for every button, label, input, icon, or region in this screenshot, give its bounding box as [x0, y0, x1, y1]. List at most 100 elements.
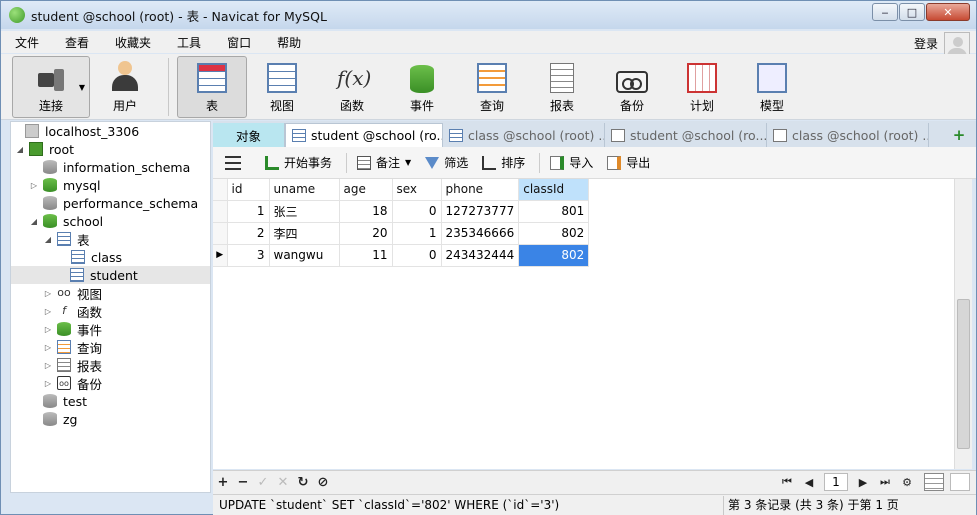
cell-sex[interactable]: 0 — [392, 200, 442, 223]
tree-db-mysql[interactable]: ▷ mysql — [29, 176, 101, 194]
event-button[interactable]: 事件 — [387, 56, 457, 118]
refresh-button[interactable]: ↻ — [293, 475, 313, 490]
column-header-age[interactable]: age — [339, 179, 393, 201]
column-header-classid[interactable]: classId — [518, 179, 590, 201]
column-header-sex[interactable]: sex — [392, 179, 442, 201]
report-button[interactable]: 报表 — [527, 56, 597, 118]
cell-id[interactable]: 2 — [227, 222, 270, 245]
view-button[interactable]: 视图 — [247, 56, 317, 118]
apply-changes-button[interactable]: ✓ — [253, 475, 273, 490]
backup-button[interactable]: 备份 — [597, 56, 667, 118]
tree-connection-localhost[interactable]: localhost_3306 — [25, 122, 139, 140]
tree-db-performance-schema[interactable]: performance_schema — [43, 194, 198, 212]
title-bar[interactable]: student @school (root) - 表 - Navicat for… — [1, 1, 976, 29]
cell-uname[interactable]: 李四 — [269, 222, 340, 245]
vertical-scrollbar[interactable] — [954, 179, 972, 469]
login-link[interactable]: 登录 — [914, 35, 938, 52]
minimize-button[interactable]: ‒ — [872, 3, 898, 21]
filter-button[interactable]: 筛选 — [425, 154, 468, 171]
tree-folder-views[interactable]: ▷ oo 视图 — [43, 284, 102, 302]
row-header[interactable] — [213, 200, 228, 223]
cell-id[interactable]: 3 — [227, 244, 270, 267]
menu-favorites[interactable]: 收藏夹 — [101, 34, 163, 51]
tree-folder-tables[interactable]: ◢ 表 — [43, 230, 90, 248]
chevron-down-icon[interactable]: ▼ — [405, 158, 411, 167]
cell-classid[interactable]: 801 — [518, 200, 590, 223]
expand-arrow-icon[interactable]: ▷ — [43, 361, 53, 370]
column-header-id[interactable]: id — [227, 179, 270, 201]
tree-db-school[interactable]: ◢ school — [29, 212, 103, 230]
user-button[interactable]: 用户 — [90, 56, 160, 118]
tree-folder-functions[interactable]: ▷ f 函数 — [43, 302, 102, 320]
tree-db-information-schema[interactable]: information_schema — [43, 158, 190, 176]
grid-view-icon[interactable] — [924, 473, 944, 491]
page-number-input[interactable]: 1 — [824, 473, 848, 491]
column-header-uname[interactable]: uname — [269, 179, 340, 201]
menu-view[interactable]: 查看 — [51, 34, 101, 51]
maximize-button[interactable]: □ — [899, 3, 925, 21]
tree-db-test[interactable]: test — [43, 392, 87, 410]
collapse-arrow-icon[interactable]: ◢ — [43, 235, 53, 244]
stop-button[interactable]: ⊘ — [313, 475, 333, 490]
current-row-marker-icon[interactable]: ▶ — [213, 244, 228, 267]
column-header-phone[interactable]: phone — [441, 179, 520, 201]
query-button[interactable]: 查询 — [457, 56, 527, 118]
menu-file[interactable]: 文件 — [1, 34, 51, 51]
previous-page-button[interactable]: ◀ — [798, 476, 820, 489]
expand-arrow-icon[interactable]: ▷ — [43, 307, 53, 316]
row-header[interactable] — [213, 222, 228, 245]
new-tab-plus-icon[interactable]: + — [948, 125, 970, 145]
tree-table-class[interactable]: class — [71, 248, 122, 266]
cell-sex[interactable]: 0 — [392, 244, 442, 267]
next-page-button[interactable]: ▶ — [852, 476, 874, 489]
table-button[interactable]: 表 — [177, 56, 247, 118]
connect-button[interactable]: ▼ 连接 — [12, 56, 90, 118]
tree-db-zg[interactable]: zg — [43, 410, 78, 428]
menu-tools[interactable]: 工具 — [163, 34, 213, 51]
expand-arrow-icon[interactable]: ▷ — [43, 325, 53, 334]
tab-class-table[interactable]: class @school (root) ... — [443, 123, 605, 147]
tree-folder-reports[interactable]: ▷ 报表 — [43, 356, 102, 374]
expand-arrow-icon[interactable]: ▷ — [43, 379, 53, 388]
model-button[interactable]: 模型 — [737, 56, 807, 118]
tab-class-design[interactable]: class @school (root) ... — [767, 123, 929, 147]
export-button[interactable]: 导出 — [607, 154, 650, 171]
tab-student-design[interactable]: student @school (ro... — [605, 123, 767, 147]
form-view-icon[interactable] — [950, 473, 970, 491]
close-button[interactable]: ✕ — [926, 3, 970, 21]
first-page-button[interactable]: ⏮ — [776, 475, 798, 489]
cell-id[interactable]: 1 — [227, 200, 270, 223]
cell-classid[interactable]: 802 — [518, 222, 590, 245]
table-row-current[interactable]: ▶ 3 wangwu 11 0 243432444 802 — [213, 244, 590, 267]
collapse-arrow-icon[interactable]: ◢ — [29, 217, 39, 226]
data-grid[interactable]: id uname age sex phone classId 1 张三 18 0… — [213, 179, 954, 469]
cell-age[interactable]: 18 — [339, 200, 393, 223]
table-row[interactable]: 2 李四 20 1 235346666 802 — [213, 222, 590, 245]
cell-phone[interactable]: 235346666 — [441, 222, 520, 245]
expand-arrow-icon[interactable]: ▷ — [43, 343, 53, 352]
chevron-down-icon[interactable]: ▼ — [79, 83, 85, 92]
cell-sex[interactable]: 1 — [392, 222, 442, 245]
table-row[interactable]: 1 张三 18 0 127273777 801 — [213, 200, 590, 223]
cell-phone[interactable]: 127273777 — [441, 200, 520, 223]
scrollbar-thumb[interactable] — [957, 299, 970, 449]
expand-arrow-icon[interactable]: ▷ — [29, 181, 39, 190]
memo-button[interactable]: 备注 ▼ — [357, 154, 411, 171]
delete-record-button[interactable]: − — [233, 475, 253, 490]
tab-student-table[interactable]: student @school (ro... — [285, 123, 443, 147]
last-page-button[interactable]: ⏭ — [874, 475, 896, 489]
cell-age[interactable]: 20 — [339, 222, 393, 245]
menu-window[interactable]: 窗口 — [213, 34, 263, 51]
import-button[interactable]: 导入 — [550, 154, 593, 171]
sort-button[interactable]: 排序 — [482, 154, 525, 171]
cell-classid-selected[interactable]: 802 — [518, 244, 590, 267]
hamburger-menu-icon[interactable] — [225, 155, 241, 170]
cell-age[interactable]: 11 — [339, 244, 393, 267]
tab-objects[interactable]: 对象 — [213, 123, 285, 147]
tree-folder-events[interactable]: ▷ 事件 — [43, 320, 102, 338]
cell-uname[interactable]: 张三 — [269, 200, 340, 223]
collapse-arrow-icon[interactable]: ◢ — [15, 145, 25, 154]
cell-uname[interactable]: wangwu — [269, 244, 340, 267]
cell-phone[interactable]: 243432444 — [441, 244, 520, 267]
expand-arrow-icon[interactable]: ▷ — [43, 289, 53, 298]
